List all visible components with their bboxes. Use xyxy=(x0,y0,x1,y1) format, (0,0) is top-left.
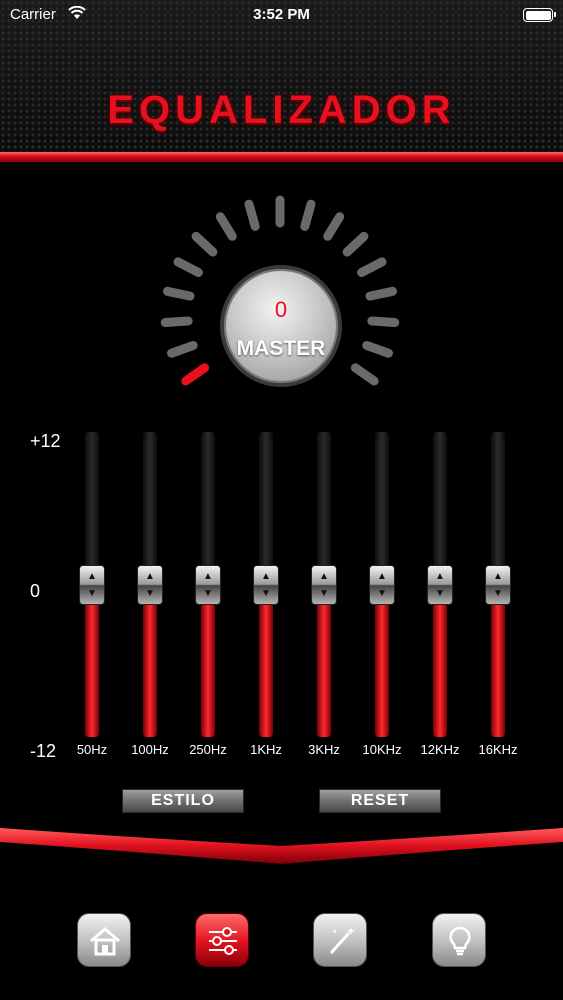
dial-tick xyxy=(357,257,387,277)
clock: 3:52 PM xyxy=(253,6,310,23)
slider-thumb[interactable]: ▲ ▼ xyxy=(311,564,337,605)
estilo-button[interactable]: ESTILO xyxy=(122,789,244,813)
band-slider-1khz[interactable]: ▲ ▼ xyxy=(246,432,286,740)
magic-wand-icon xyxy=(329,927,355,955)
status-bar: Carrier 3:52 PM xyxy=(0,0,563,30)
slider-thumb[interactable]: ▲ ▼ xyxy=(253,564,279,605)
slider-fill xyxy=(375,587,389,737)
dial-tick xyxy=(215,212,237,241)
dial-tick xyxy=(350,363,379,386)
slider-fill xyxy=(143,587,157,737)
header-divider xyxy=(0,152,563,162)
dial-tick xyxy=(362,341,393,358)
lighting-button[interactable] xyxy=(432,913,486,967)
slider-fill xyxy=(491,587,505,737)
battery-icon xyxy=(523,8,556,22)
slider-thumb[interactable]: ▲ ▼ xyxy=(137,564,163,605)
band-slider-250hz[interactable]: ▲ ▼ xyxy=(188,432,228,740)
arrow-up-icon: ▲ xyxy=(87,570,97,582)
arrow-up-icon: ▲ xyxy=(145,570,155,582)
slider-thumb[interactable]: ▲ ▼ xyxy=(79,564,105,605)
arrow-up-icon: ▲ xyxy=(319,570,329,582)
band-label: 16KHz xyxy=(478,742,518,757)
arrow-up-icon: ▲ xyxy=(261,570,271,582)
arrow-down-icon: ▼ xyxy=(377,587,387,599)
dial-tick xyxy=(342,231,369,257)
scale-max-label: +12 xyxy=(30,431,61,451)
arrow-down-icon: ▼ xyxy=(435,587,445,599)
dial-tick xyxy=(300,199,316,231)
band-slider-16khz[interactable]: ▲ ▼ xyxy=(478,432,518,740)
lightbulb-icon xyxy=(449,926,471,956)
presets-button[interactable] xyxy=(313,913,367,967)
arrow-down-icon: ▼ xyxy=(261,587,271,599)
arrow-up-icon: ▲ xyxy=(435,570,445,582)
slider-thumb[interactable]: ▲ ▼ xyxy=(485,564,511,605)
arrow-down-icon: ▼ xyxy=(87,587,97,599)
arrow-up-icon: ▲ xyxy=(493,570,503,582)
slider-thumb[interactable]: ▲ ▼ xyxy=(195,564,221,605)
dial-tick xyxy=(163,286,195,301)
slider-fill xyxy=(85,587,99,737)
arrow-up-icon: ▲ xyxy=(377,570,387,582)
dial-tick-active xyxy=(181,363,210,386)
reset-button[interactable]: RESET xyxy=(319,789,441,813)
footer-divider xyxy=(0,828,563,864)
dial-tick xyxy=(323,212,345,241)
slider-thumb[interactable]: ▲ ▼ xyxy=(427,564,453,605)
band-label: 12KHz xyxy=(420,742,460,757)
slider-fill xyxy=(201,587,215,737)
slider-fill xyxy=(317,587,331,737)
slider-thumb[interactable]: ▲ ▼ xyxy=(369,564,395,605)
scale-zero-label: 0 xyxy=(30,581,41,601)
dial-tick xyxy=(365,286,397,301)
arrow-down-icon: ▼ xyxy=(493,587,503,599)
page-title: EQUALIZADOR xyxy=(107,88,456,132)
band-slider-3khz[interactable]: ▲ ▼ xyxy=(304,432,344,740)
band-slider-50hz[interactable]: ▲ ▼ xyxy=(72,432,112,740)
home-button[interactable] xyxy=(77,913,131,967)
dial-tick xyxy=(191,231,218,257)
arrow-up-icon: ▲ xyxy=(203,570,213,582)
arrow-down-icon: ▼ xyxy=(319,587,329,599)
dial-tick xyxy=(244,199,260,231)
slider-fill xyxy=(433,587,447,737)
slider-fill xyxy=(259,587,273,737)
dial-tick xyxy=(167,341,198,358)
band-label: 250Hz xyxy=(189,742,227,757)
scale-min-label: -12 xyxy=(30,741,57,761)
band-label: 1KHz xyxy=(250,742,282,757)
equalizer-icon xyxy=(209,927,237,955)
dial-tick xyxy=(160,316,193,327)
band-label: 100Hz xyxy=(131,742,169,757)
arrow-down-icon: ▼ xyxy=(203,587,213,599)
band-slider-10khz[interactable]: ▲ ▼ xyxy=(362,432,402,740)
band-slider-100hz[interactable]: ▲ ▼ xyxy=(130,432,170,740)
master-knob[interactable]: 0 MASTER xyxy=(220,265,342,387)
band-label: 50Hz xyxy=(76,742,108,757)
dial-tick xyxy=(173,257,203,277)
master-value: 0 xyxy=(274,297,288,322)
equalizer-button[interactable] xyxy=(195,913,249,967)
master-label: MASTER xyxy=(236,337,326,360)
arrow-down-icon: ▼ xyxy=(145,587,155,599)
dial-tick xyxy=(367,316,400,327)
band-slider-12khz[interactable]: ▲ ▼ xyxy=(420,432,460,740)
home-icon xyxy=(90,927,120,956)
band-label: 10KHz xyxy=(362,742,402,757)
band-label: 3KHz xyxy=(308,742,340,757)
